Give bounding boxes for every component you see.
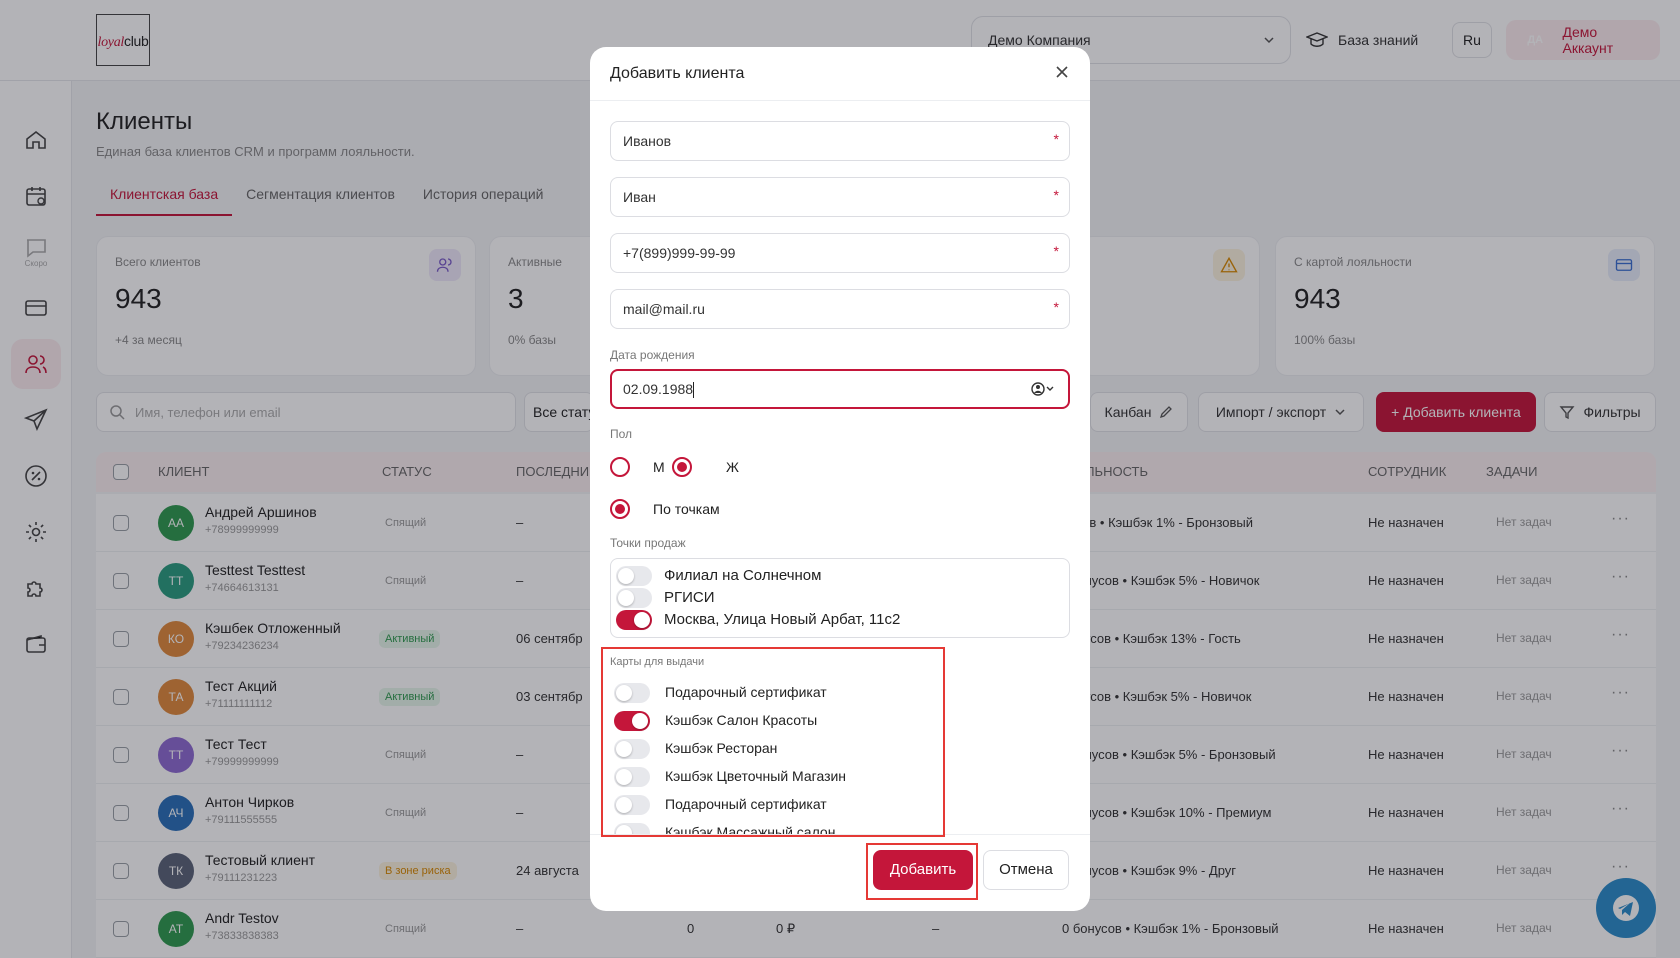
highlight-cards-section <box>601 647 945 837</box>
highlight-add-button <box>866 843 978 900</box>
cancel-button[interactable]: Отмена <box>983 850 1069 890</box>
